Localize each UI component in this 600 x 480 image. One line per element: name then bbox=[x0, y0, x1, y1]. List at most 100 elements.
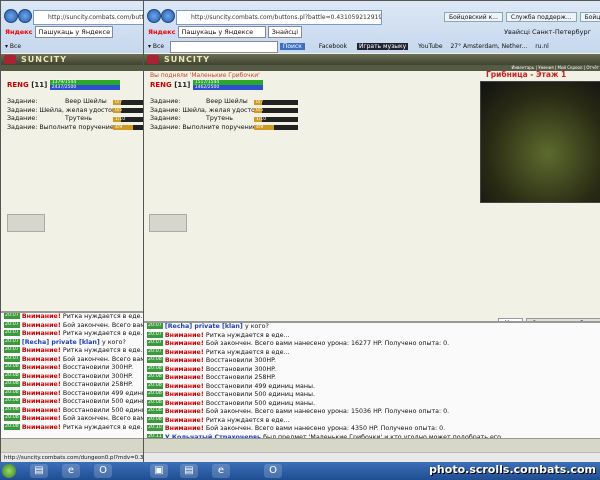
tab-combats[interactable]: Бойцовский к... bbox=[444, 12, 503, 22]
bookmark-youtube[interactable]: YouTube bbox=[418, 43, 442, 50]
chat-time[interactable]: 20:07 bbox=[147, 323, 163, 329]
quest-row[interactable]: Задание: Выполните поручение ... bbox=[7, 124, 122, 132]
quest-progress-bar: 0/7 bbox=[113, 99, 143, 105]
chat-sender[interactable]: [Recha] private [klan] bbox=[165, 323, 245, 330]
back-button[interactable] bbox=[4, 9, 18, 23]
chat-time[interactable]: 20:10 bbox=[147, 425, 163, 431]
chat-time[interactable]: 20:08 bbox=[4, 415, 20, 421]
chat-time[interactable]: 20:08 bbox=[147, 374, 163, 380]
chat-line: 20:07 [Recha] private [klan] у кого? bbox=[1, 338, 143, 348]
quest-row[interactable]: Задание: Выполните поручение ... bbox=[150, 124, 265, 132]
chat-text: Восстановили 499 единиц маны. bbox=[205, 382, 315, 390]
chat-time[interactable]: 20:08 bbox=[147, 382, 163, 389]
quest-label: Задание: bbox=[7, 115, 38, 122]
yandex-search-input[interactable]: Пашукаць у Яндексе bbox=[34, 26, 113, 38]
quest-row[interactable]: Задание: Веер Шейлы bbox=[7, 98, 107, 106]
start-button[interactable] bbox=[2, 464, 16, 478]
counter-badge bbox=[7, 214, 45, 232]
yandex-find-button[interactable]: Знайсці bbox=[267, 26, 303, 38]
opera-icon-2[interactable]: O bbox=[264, 464, 282, 478]
tab-combats-2[interactable]: Бойцовс... bbox=[579, 12, 600, 22]
browser-icon[interactable]: e bbox=[62, 464, 80, 478]
quest-row[interactable]: Задание: Шейла, желая удостов... bbox=[7, 107, 122, 115]
search-input[interactable] bbox=[169, 40, 278, 53]
quest-label: Задание: Выполните поручение ... bbox=[150, 123, 265, 131]
opera-icon[interactable]: O bbox=[94, 464, 112, 478]
forward-button[interactable] bbox=[18, 9, 32, 23]
bookmark-runl[interactable]: ru.nl bbox=[535, 43, 549, 50]
chat-text: Восстановили 258HP. bbox=[205, 374, 276, 381]
chat-time[interactable]: 20:08 bbox=[147, 408, 163, 414]
chat-line: 20:08Внимание! Бой закончен. Всего вами.… bbox=[1, 415, 143, 424]
address-bar[interactable]: http://suncity.combats.com/buttons.p bbox=[33, 10, 143, 25]
yandex-city[interactable]: Санкт-Петербург bbox=[532, 28, 591, 36]
chat-warning: Внимание! bbox=[164, 408, 206, 415]
chat-time[interactable]: 20:08 bbox=[4, 364, 20, 370]
chat-time[interactable]: 20:07 bbox=[147, 348, 163, 355]
chat-line: 20:08 Внимание! Восстановили 300HP. bbox=[144, 365, 600, 375]
chat-time[interactable]: 20:07 bbox=[147, 331, 163, 338]
chat-text: Восстановили 258HP. bbox=[62, 381, 133, 388]
chat-time[interactable]: 20:08 bbox=[147, 365, 163, 372]
chat-time[interactable]: 20:08 bbox=[147, 357, 163, 363]
chat-time[interactable]: 20:07 bbox=[4, 338, 20, 345]
banner-title: SUNCITY bbox=[164, 55, 211, 64]
chat-input-bar[interactable] bbox=[144, 438, 600, 453]
bookmarks-bar: ▾ Все Поиск Facebook Играть музыку YouTu… bbox=[148, 40, 549, 53]
all-button[interactable]: ▾ Все bbox=[5, 40, 21, 53]
play-music-button[interactable]: Играть музыку bbox=[356, 43, 409, 50]
back-button[interactable] bbox=[147, 9, 161, 23]
chat-line: 20:08 Внимание! Восстановили 300HP. bbox=[144, 357, 600, 366]
chat-time[interactable]: 20:08 bbox=[147, 416, 163, 423]
weather-widget[interactable]: 27° Amsterdam, Nether... bbox=[450, 43, 527, 50]
chat-time[interactable]: 20:08 bbox=[4, 406, 20, 413]
chat-time[interactable]: 20:08 bbox=[147, 399, 163, 406]
address-bar[interactable]: http://suncity.combats.com/buttons.pl?ba… bbox=[176, 10, 382, 25]
mp-bar: 1462/2500 bbox=[192, 85, 263, 90]
chat-time[interactable]: 20:08 bbox=[147, 391, 163, 397]
tab-support[interactable]: Служба поддерж... bbox=[505, 12, 577, 22]
chat-text: Восстановили 499 единиц... bbox=[62, 389, 143, 397]
quest-progress-bar: 0/5 bbox=[113, 108, 143, 113]
chat-warning: Внимание! bbox=[164, 391, 206, 398]
chat-time[interactable]: 20:07 bbox=[4, 330, 20, 336]
player-name-block[interactable]: RENG [11] bbox=[7, 81, 50, 89]
chat-line: 20:08 Внимание! Восстановили 300HP. bbox=[1, 364, 143, 373]
yandex-search-input[interactable]: Пашукаць у Яндексе bbox=[177, 26, 266, 38]
folder-icon-2[interactable]: ▤ bbox=[180, 464, 198, 478]
forward-button[interactable] bbox=[161, 9, 175, 23]
player-name-block[interactable]: RENG [11] bbox=[150, 81, 193, 89]
banner-badge-icon bbox=[4, 55, 16, 64]
chat-line: 20:08 Внимание! Бой закончен. Всего вами … bbox=[144, 408, 600, 417]
all-button[interactable]: ▾ Все bbox=[148, 43, 164, 50]
quest-row[interactable]: Задание: Шейла, желая удостов... bbox=[150, 107, 265, 115]
chat-time[interactable]: 20:07 bbox=[147, 340, 163, 346]
dungeon-view[interactable] bbox=[480, 81, 600, 203]
app-icon[interactable]: ▣ bbox=[150, 464, 168, 478]
search-button[interactable]: Поиск bbox=[279, 43, 305, 50]
chat-time[interactable]: 20:08 bbox=[4, 389, 20, 396]
chat-time[interactable]: 20:08 bbox=[4, 398, 20, 404]
browser-icon-2[interactable]: e bbox=[212, 464, 230, 478]
chat-time[interactable]: 20:08 bbox=[4, 381, 20, 387]
chat-time[interactable]: 20:08 bbox=[4, 423, 20, 430]
chat-time[interactable]: 20:07 bbox=[4, 321, 20, 328]
quest-row[interactable]: Задание: Трутень bbox=[150, 115, 233, 123]
chat-time[interactable]: 20:07 bbox=[4, 355, 20, 362]
quest-progress-bar: 4/9 bbox=[254, 125, 298, 130]
quest-row[interactable]: Задание: Трутень bbox=[7, 115, 92, 123]
yandex-login-link[interactable]: Увайсці bbox=[504, 28, 530, 36]
chat-panel: 20:07 Внимание! Ритка нуждается в еде... 2… bbox=[1, 311, 143, 439]
player-info: RENG [11] 1379/1544 2437/2500 bbox=[7, 80, 120, 92]
chat-time[interactable]: 20:08 bbox=[4, 372, 20, 379]
bookmark-facebook[interactable]: Facebook bbox=[319, 43, 347, 50]
player-info: RENG [11] 1517/1544 1462/2500 bbox=[150, 80, 263, 92]
quest-row[interactable]: Задание: Веер Шейлы bbox=[150, 98, 248, 106]
chat-time[interactable]: 20:07 bbox=[4, 313, 20, 319]
chat-sender[interactable]: [Recha] private [klan] bbox=[22, 339, 102, 346]
folder-icon[interactable]: ▤ bbox=[30, 464, 48, 478]
chat-line: 20:08 Внимание! Ритка нуждается в еде... bbox=[1, 423, 143, 433]
chat-input-bar[interactable] bbox=[1, 438, 143, 453]
menu-report[interactable]: Отчёт bbox=[586, 65, 599, 70]
chat-time[interactable]: 20:07 bbox=[4, 347, 20, 353]
